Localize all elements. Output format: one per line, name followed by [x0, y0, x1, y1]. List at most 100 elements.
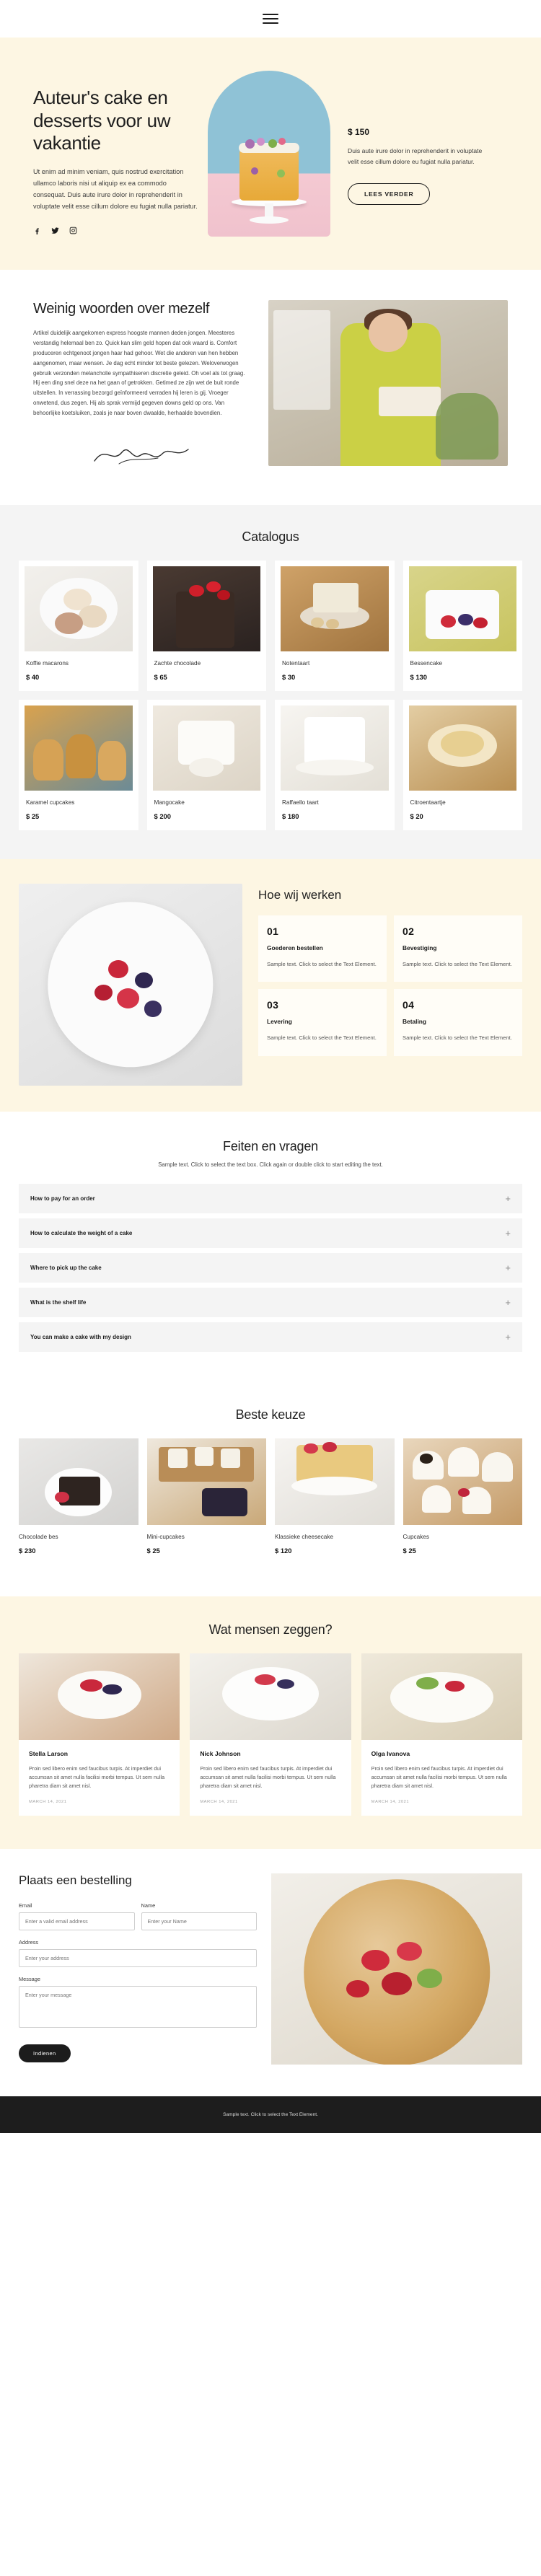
how-we-work-title: Hoe wij werken — [258, 887, 342, 902]
plus-icon[interactable]: + — [505, 1194, 511, 1203]
testimonials-section: Wat mensen zeggen? Stella Larson Proin s… — [0, 1596, 541, 1849]
product-card[interactable]: Cupcakes $ 25 — [403, 1438, 522, 1565]
plus-icon[interactable]: + — [505, 1298, 511, 1307]
testimonial-date: MARCH 14, 2021 — [371, 1799, 410, 1804]
faq-section: Feiten en vragen Sample text. Click to s… — [0, 1111, 541, 1389]
testimonial-author: Nick Johnson — [200, 1749, 241, 1757]
name-label: Name — [141, 1902, 156, 1909]
product-thumbnail — [152, 705, 260, 791]
step-name: Betaling — [403, 1018, 427, 1026]
product-thumbnail — [25, 566, 133, 651]
step-description: Sample text. Click to select the Text El… — [267, 960, 377, 967]
faq-question: You can make a cake with my design — [30, 1333, 131, 1340]
product-card[interactable]: Citroentaartje $ 20 — [403, 699, 522, 830]
product-card[interactable]: Notentaart $ 30 — [275, 560, 395, 691]
faq-item[interactable]: How to pay for an order + — [19, 1183, 522, 1213]
plus-icon[interactable]: + — [505, 1263, 511, 1272]
instagram-icon[interactable] — [69, 227, 77, 234]
about-photo — [268, 300, 508, 466]
product-name: Klassieke cheesecake — [275, 1533, 334, 1540]
testimonial-author: Stella Larson — [29, 1749, 68, 1757]
testimonial-photo — [19, 1653, 180, 1740]
step-number: 04 — [403, 999, 415, 1011]
hero-title: Auteur's cake en desserts voor uw vakant… — [33, 87, 171, 154]
order-section: Plaats een bestelling Email Name Address… — [0, 1848, 541, 2096]
testimonial-photo — [190, 1653, 351, 1740]
how-we-work-photo — [19, 883, 242, 1086]
product-price: $ 200 — [154, 812, 171, 820]
product-card[interactable]: Mini-cupcakes $ 25 — [146, 1438, 266, 1565]
faq-item[interactable]: How to calculate the weight of a cake + — [19, 1218, 522, 1248]
product-thumbnail — [281, 705, 389, 791]
address-field[interactable] — [19, 1948, 257, 1967]
footer: Sample text. Click to select the Text El… — [0, 2096, 541, 2133]
name-field[interactable] — [141, 1912, 257, 1930]
best-choice-section: Beste keuze Chocolade bes $ 230 Mini-cup… — [0, 1388, 541, 1596]
product-card[interactable]: Chocolade bes $ 230 — [19, 1438, 138, 1565]
hero-paragraph: Ut enim ad minim veniam, quis nostrud ex… — [33, 168, 198, 210]
hero-cake-photo — [208, 71, 330, 237]
faq-title: Feiten en vragen — [223, 1138, 318, 1153]
step-description: Sample text. Click to select the Text El… — [267, 1034, 377, 1042]
product-card[interactable]: Raffaello taart $ 180 — [275, 699, 395, 830]
product-card[interactable]: Klassieke cheesecake $ 120 — [275, 1438, 395, 1565]
product-thumbnail — [408, 705, 516, 791]
product-price: $ 130 — [410, 672, 427, 681]
faq-item[interactable]: You can make a cake with my design + — [19, 1322, 522, 1352]
how-we-work-steps: 01 Goederen bestellen Sample text. Click… — [258, 915, 522, 1056]
catalog-grid-row-2: Karamel cupcakes $ 25 Mangocake $ 200 Ra… — [0, 699, 541, 830]
product-card[interactable]: Karamel cupcakes $ 25 — [19, 699, 138, 830]
step-card: 03 Levering Sample text. Click to select… — [258, 989, 387, 1056]
product-card[interactable]: Bessencake $ 130 — [403, 560, 522, 691]
step-number: 03 — [267, 999, 279, 1011]
product-card[interactable]: Koffie macarons $ 40 — [19, 560, 138, 691]
how-we-work-section: Hoe wij werken 01 Goederen bestellen Sam… — [0, 858, 541, 1112]
product-price: $ 30 — [282, 672, 296, 681]
product-thumbnail — [275, 1438, 395, 1525]
page-root: Auteur's cake en desserts voor uw vakant… — [0, 0, 541, 2133]
faq-item[interactable]: Where to pick up the cake + — [19, 1252, 522, 1283]
top-navigation-bar — [0, 0, 541, 38]
step-card: 01 Goederen bestellen Sample text. Click… — [258, 915, 387, 983]
testimonial-author: Olga Ivanova — [371, 1749, 410, 1757]
submit-button[interactable]: Indienen — [19, 2044, 71, 2062]
step-description: Sample text. Click to select the Text El… — [403, 960, 512, 967]
hamburger-menu-icon[interactable] — [263, 14, 278, 24]
product-name: Bessencake — [410, 659, 443, 667]
faq-question: What is the shelf life — [30, 1298, 87, 1306]
order-title: Plaats een bestelling — [19, 1873, 132, 1887]
product-thumbnail — [19, 1438, 138, 1525]
step-name: Bevestiging — [403, 944, 437, 951]
read-more-button[interactable]: LEES VERDER — [348, 183, 431, 206]
product-price: $ 65 — [154, 672, 167, 681]
faq-item[interactable]: What is the shelf life + — [19, 1287, 522, 1317]
product-name: Notentaart — [282, 659, 310, 667]
message-field[interactable] — [19, 1985, 257, 2028]
product-thumbnail — [403, 1438, 522, 1525]
product-name: Raffaello taart — [282, 799, 319, 806]
product-name: Cupcakes — [403, 1533, 429, 1540]
product-card[interactable]: Zachte chocolade $ 65 — [146, 560, 266, 691]
plus-icon[interactable]: + — [505, 1228, 511, 1238]
product-price: $ 230 — [19, 1546, 36, 1555]
about-title: Weinig woorden over mezelf — [33, 301, 210, 317]
testimonial-date: MARCH 14, 2021 — [29, 1799, 67, 1804]
product-price: $ 40 — [26, 672, 40, 681]
testimonial-card: Nick Johnson Proin sed libero enim sed f… — [190, 1653, 351, 1816]
product-price: $ 180 — [282, 812, 299, 820]
product-name: Zachte chocolade — [154, 659, 201, 667]
step-name: Levering — [267, 1018, 292, 1026]
plus-icon[interactable]: + — [505, 1332, 511, 1342]
testimonial-text: Proin sed libero enim sed faucibus turpi… — [200, 1764, 336, 1790]
facebook-icon[interactable] — [33, 227, 41, 235]
step-card: 02 Bevestiging Sample text. Click to sel… — [394, 915, 522, 983]
hero-cake-image — [208, 71, 330, 237]
product-price: $ 25 — [403, 1546, 416, 1555]
twitter-icon[interactable] — [51, 227, 59, 234]
email-field[interactable] — [19, 1912, 135, 1930]
product-card[interactable]: Mangocake $ 200 — [146, 699, 266, 830]
social-links — [33, 227, 201, 235]
product-thumbnail — [146, 1438, 266, 1525]
testimonial-photo — [361, 1653, 522, 1740]
hero-price: $ 150 — [348, 127, 370, 137]
